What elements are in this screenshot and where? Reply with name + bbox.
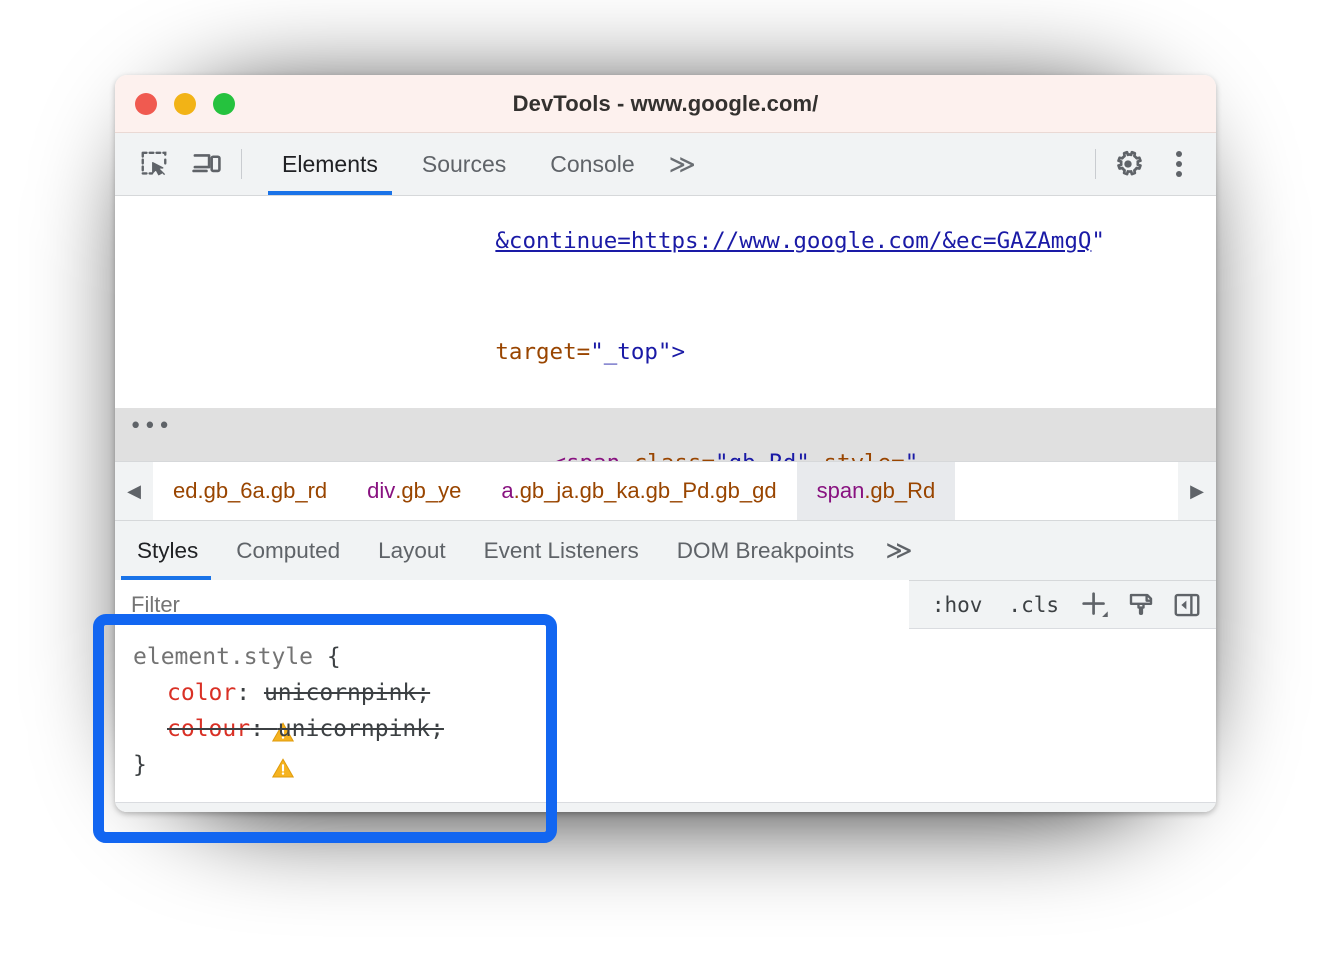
tab-dom-breakpoints[interactable]: DOM Breakpoints [658, 521, 874, 580]
breadcrumb-item-span-classes: .gb_Rd [864, 478, 935, 504]
dom-line-span-open[interactable]: ••• <span class="gb_Rd" style=" [115, 408, 1216, 461]
breadcrumb-item-span-selected[interactable]: span.gb_Rd [797, 462, 956, 520]
styles-filter-tools: :hov .cls [909, 581, 1216, 628]
dom-token-attr-class: class= [634, 450, 715, 461]
breadcrumb-item-div-classes: .gb_ye [395, 478, 461, 504]
breadcrumb-item-span-tag: span [817, 478, 865, 504]
dom-token-span-tag: <span [552, 450, 633, 461]
declaration-property-color[interactable]: color [167, 675, 236, 711]
breadcrumb-item-div-tag: div [367, 478, 395, 504]
tab-console[interactable]: Console [528, 133, 656, 195]
dom-selected-node-group[interactable]: •••<span class="gb_Rd" style=" color: un… [115, 408, 1216, 461]
styles-declaration-color[interactable]: color: unicornpink; [115, 675, 1216, 711]
declaration-property-colour[interactable]: colour [167, 711, 250, 747]
styles-filter-bar: :hov .cls [115, 581, 1216, 629]
tab-dom-breakpoints-label: DOM Breakpoints [677, 538, 855, 564]
toolbar-divider [241, 149, 242, 179]
styles-open-brace: { [327, 639, 341, 675]
breadcrumb-item-a-tag: a [501, 478, 513, 504]
dom-ellipsis-marker[interactable]: ••• [129, 408, 172, 445]
breadcrumb-item-div[interactable]: div.gb_ye [347, 462, 481, 520]
tab-elements[interactable]: Elements [260, 133, 400, 195]
cls-toggle-button[interactable]: .cls [995, 581, 1072, 628]
tab-elements-label: Elements [282, 151, 378, 178]
breadcrumb-item-0[interactable]: еd.gb_6a.gb_rd [153, 462, 347, 520]
dom-token-attr-style: style= [823, 450, 904, 461]
chevron-right-icon[interactable]: ▶ [1178, 462, 1216, 520]
declaration-value-color[interactable]: unicornpink; [264, 675, 430, 711]
devtools-window: DevTools - www.google.com/ [115, 75, 1216, 812]
more-panes-chevron-icon[interactable]: ≫ [873, 521, 921, 580]
tab-console-label: Console [550, 151, 634, 178]
hov-toggle-button[interactable]: :hov [919, 581, 996, 628]
tab-sources[interactable]: Sources [400, 133, 528, 195]
declaration-colon-1: : [250, 711, 278, 747]
breadcrumb-item-a[interactable]: a.gb_ja.gb_ka.gb_Pd.gb_gd [481, 462, 796, 520]
chevron-left-icon[interactable]: ◀ [115, 462, 153, 520]
toolbar-right-divider [1095, 149, 1096, 179]
search-input[interactable] [115, 580, 909, 629]
styles-rule-selector[interactable]: element.style [133, 639, 313, 675]
breadcrumb: ◀ еd.gb_6a.gb_rd div.gb_ye a.gb_ja.gb_ka… [115, 461, 1216, 521]
maximize-window-button[interactable] [213, 93, 235, 115]
gear-icon[interactable] [1108, 144, 1148, 184]
toolbar-right-group [1095, 133, 1216, 195]
plus-icon[interactable] [1072, 581, 1118, 628]
styles-rule-header[interactable]: element.style { [115, 639, 1216, 675]
inspect-element-icon[interactable] [137, 147, 171, 181]
dom-token-link[interactable]: &continue=https://www.google.com/&ec=GAZ… [495, 228, 1091, 254]
breadcrumb-item-a-classes: .gb_ja.gb_ka.gb_Pd.gb_gd [514, 478, 777, 504]
declaration-colon-0: : [236, 675, 264, 711]
warning-triangle-icon[interactable] [133, 718, 157, 740]
close-window-button[interactable] [135, 93, 157, 115]
styles-pane[interactable]: element.style { color: unicornpink; [115, 629, 1216, 812]
breadcrumb-strip: еd.gb_6a.gb_rd div.gb_ye a.gb_ja.gb_ka.g… [153, 462, 1178, 520]
window-title-bar: DevTools - www.google.com/ [115, 75, 1216, 133]
tab-sources-label: Sources [422, 151, 506, 178]
dom-line-continue[interactable]: &continue=https://www.google.com/&ec=GAZ… [115, 196, 1216, 297]
dom-token-attr-target: target= [495, 339, 590, 365]
breadcrumb-item-0-classes: еd.gb_6a.gb_rd [173, 478, 327, 504]
toggle-sidebar-icon[interactable] [1164, 581, 1210, 628]
warning-triangle-icon[interactable] [133, 682, 157, 704]
tab-styles[interactable]: Styles [115, 521, 217, 580]
minimize-window-button[interactable] [174, 93, 196, 115]
devtools-main-toolbar: Elements Sources Console ≫ [115, 133, 1216, 196]
tab-layout[interactable]: Layout [359, 521, 465, 580]
traffic-lights [135, 93, 235, 115]
device-toolbar-icon[interactable] [189, 147, 223, 181]
styles-declaration-colour[interactable]: colour: unicornpink; [115, 711, 1216, 747]
kebab-menu-icon[interactable] [1162, 144, 1196, 184]
tab-computed-label: Computed [236, 538, 340, 564]
styles-close-brace: } [133, 747, 147, 783]
dom-token-style-openquote: " [905, 450, 919, 461]
tab-computed[interactable]: Computed [217, 521, 359, 580]
dom-token-quote: " [1091, 228, 1105, 254]
tab-layout-label: Layout [378, 538, 446, 564]
dom-line-target[interactable]: target="_top"> [115, 297, 1216, 408]
declaration-value-colour[interactable]: unicornpink; [278, 711, 444, 747]
panel-tab-list: Elements Sources Console ≫ [260, 133, 705, 195]
dom-token-value-top: "_top"> [590, 339, 685, 365]
window-footer-bar [115, 802, 1216, 812]
dom-tree[interactable]: &continue=https://www.google.com/&ec=GAZ… [115, 196, 1216, 461]
tab-event-listeners-label: Event Listeners [484, 538, 639, 564]
more-panels-chevron-icon[interactable]: ≫ [657, 133, 705, 195]
dom-token-value-class: "gb_Rd" [715, 450, 823, 461]
paintbrush-icon[interactable] [1118, 581, 1164, 628]
window-title: DevTools - www.google.com/ [115, 91, 1216, 117]
screenshot-stage: DevTools - www.google.com/ [0, 0, 1330, 968]
tab-styles-label: Styles [137, 538, 198, 564]
sidebar-pane-tab-list: Styles Computed Layout Event Listeners D… [115, 521, 1216, 581]
tab-event-listeners[interactable]: Event Listeners [465, 521, 658, 580]
